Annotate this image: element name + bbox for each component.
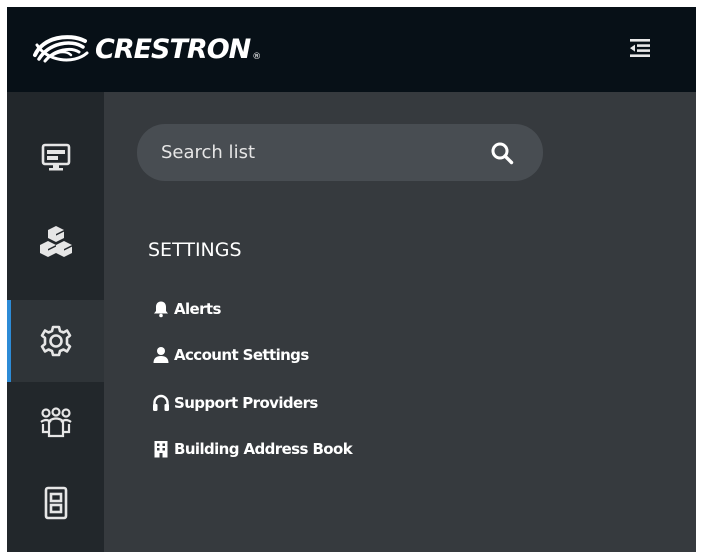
crestron-swirl-icon — [33, 35, 89, 63]
cubes-icon — [39, 226, 72, 257]
registered-mark: ® — [252, 52, 262, 62]
headset-icon — [153, 394, 169, 411]
menu-item-account-settings[interactable]: Account Settings — [152, 343, 309, 367]
search-bar[interactable] — [137, 124, 543, 181]
search-input[interactable] — [161, 124, 481, 181]
display-icon — [41, 143, 70, 171]
top-bar: CRESTRON ® — [7, 7, 696, 92]
bell-icon — [154, 301, 168, 318]
search-icon[interactable] — [490, 141, 514, 165]
menu-item-label: Support Providers — [174, 394, 318, 412]
group-icon — [39, 407, 72, 438]
menu-item-label: Building Address Book — [174, 440, 353, 458]
rail-item-settings[interactable] — [7, 300, 104, 382]
menu-item-alerts[interactable]: Alerts — [152, 297, 221, 321]
menu-item-label: Alerts — [174, 300, 221, 318]
cabinet-icon — [44, 486, 67, 520]
app-window: CRESTRON ® Search list SETTINGS Alerts A… — [7, 7, 696, 552]
nav-rail — [7, 92, 104, 552]
rail-item-groups[interactable] — [7, 382, 104, 464]
settings-heading: SETTINGS — [148, 239, 242, 261]
settings-gear-icon — [40, 325, 71, 357]
menu-item-label: Account Settings — [174, 346, 309, 364]
rail-item-cabinet[interactable] — [7, 462, 104, 544]
user-icon — [153, 347, 169, 363]
rail-item-display[interactable] — [7, 116, 104, 198]
menu-collapse-icon[interactable] — [626, 34, 654, 62]
rail-item-cubes[interactable] — [7, 200, 104, 282]
menu-item-building-address-book[interactable]: Building Address Book — [152, 437, 353, 461]
crestron-logo: CRESTRON ® — [29, 27, 261, 71]
brand-name: CRESTRON — [95, 33, 251, 65]
building-icon — [154, 441, 168, 458]
menu-item-support-providers[interactable]: Support Providers — [152, 391, 318, 415]
